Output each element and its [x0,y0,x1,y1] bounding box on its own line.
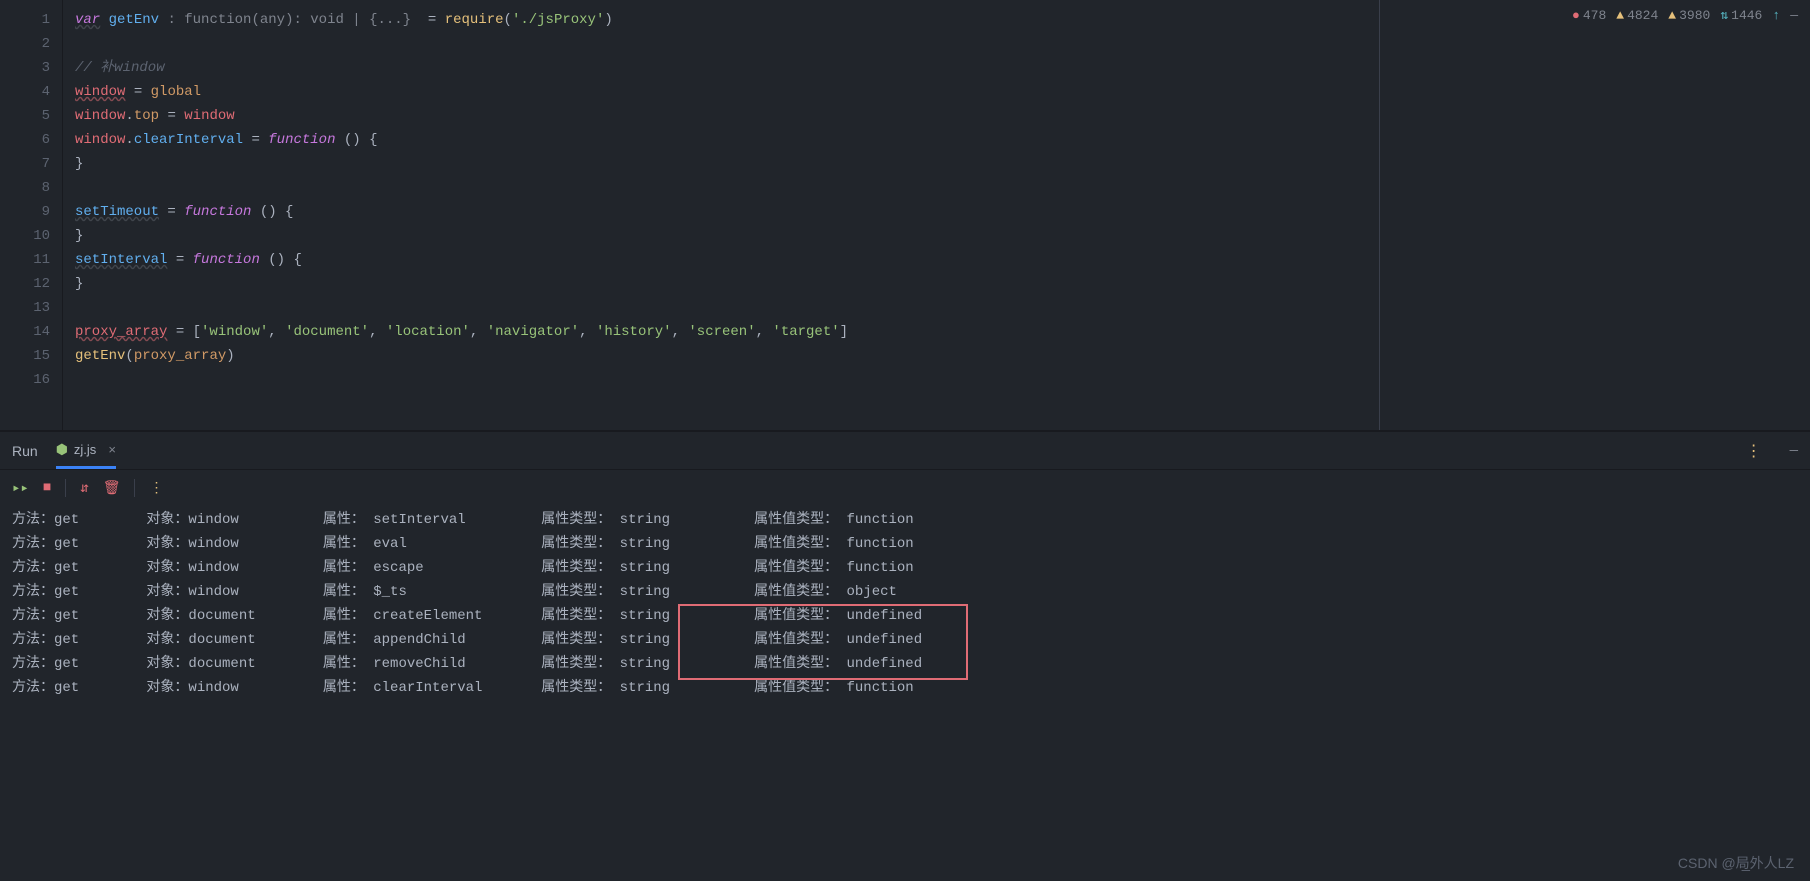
console-row: 方法：get 对象：window 属性： escape 属性类型： string… [12,556,1798,580]
minimize-icon[interactable]: — [1790,443,1798,459]
console-row: 方法：get 对象：document 属性： removeChild 属性类型：… [12,652,1798,676]
minimize-icon[interactable]: — [1790,8,1798,23]
more-actions-icon[interactable]: ⋮ [149,480,163,497]
run-tabs-bar: Run ⬢ zj.js × ⋮ — [0,432,1810,470]
run-panel-title[interactable]: Run [12,443,38,459]
console-row: 方法：get 对象：window 属性： eval 属性类型： string 属… [12,532,1798,556]
console-output[interactable]: 方法：get 对象：window 属性： setInterval 属性类型： s… [0,506,1810,881]
watermark-text: CSDN @局外人LZ [1678,853,1794,873]
info-count[interactable]: ⇅1446 [1720,8,1762,23]
filter-icon[interactable]: ⇵ [80,480,88,497]
problems-indicators[interactable]: ●478 ▲4824 ▲3980 ⇅1446 ↑ — [1572,8,1798,23]
code-content[interactable]: var getEnv : function(any): void | {...}… [62,0,1810,430]
warning-count-1[interactable]: ▲4824 [1616,8,1658,23]
editor-right-margin [1379,0,1380,430]
scroll-top-icon[interactable]: ↑ [1772,8,1780,23]
warning-count-2[interactable]: ▲3980 [1668,8,1710,23]
trash-icon[interactable]: 🗑 [103,480,121,497]
bottom-bar-dash: — [1742,863,1750,879]
console-row: 方法：get 对象：document 属性： appendChild 属性类型：… [12,628,1798,652]
console-row: 方法：get 对象：window 属性： clearInterval 属性类型：… [12,676,1798,700]
run-panel: Run ⬢ zj.js × ⋮ — ▸▸ ■ ⇵ 🗑 ⋮ 方法：get 对象：w… [0,432,1810,881]
rerun-icon[interactable]: ▸▸ [12,480,29,497]
code-editor[interactable]: 1 2 3 4 5 6 7 8 9 10 11 12 13 14 15 16 v… [0,0,1810,430]
run-toolbar: ▸▸ ■ ⇵ 🗑 ⋮ [0,470,1810,506]
console-row: 方法：get 对象：document 属性： createElement 属性类… [12,604,1798,628]
console-row: 方法：get 对象：window 属性： setInterval 属性类型： s… [12,508,1798,532]
stop-icon[interactable]: ■ [43,480,51,496]
console-row: 方法：get 对象：window 属性： $_ts 属性类型： string 属… [12,580,1798,604]
run-tab-zj[interactable]: ⬢ zj.js × [56,433,116,469]
more-icon[interactable]: ⋮ [1746,441,1762,461]
error-count[interactable]: ●478 [1572,8,1606,23]
close-icon[interactable]: × [108,442,116,457]
line-gutter: 1 2 3 4 5 6 7 8 9 10 11 12 13 14 15 16 [0,0,62,430]
nodejs-icon: ⬢ [56,441,68,458]
